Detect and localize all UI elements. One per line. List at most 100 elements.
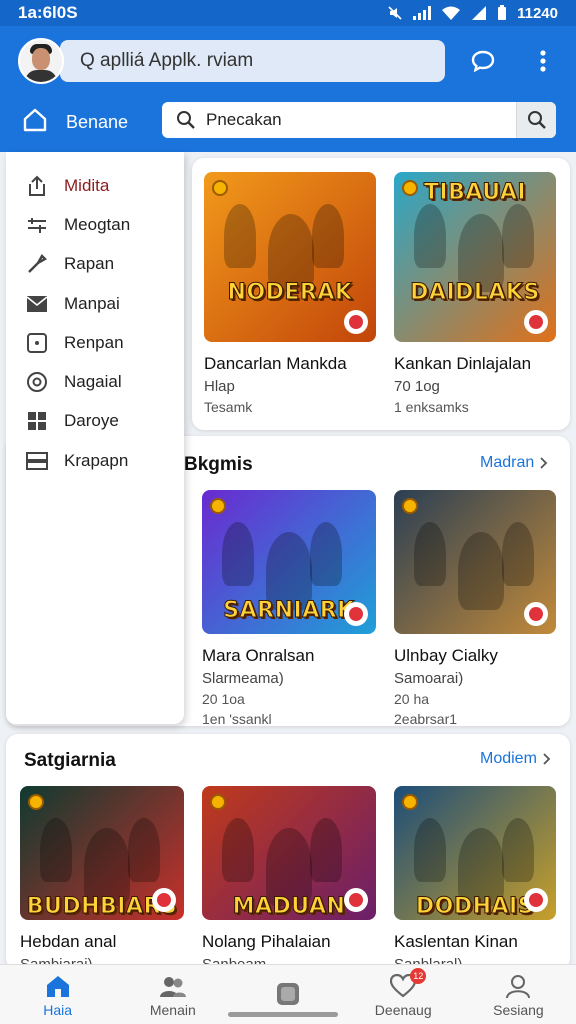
status-icons: 11240 xyxy=(387,5,558,22)
badge-icon xyxy=(524,310,548,334)
game-meta: Tesamk xyxy=(204,399,253,415)
thumb-title-text: NODERAK xyxy=(227,280,353,306)
wifi-icon xyxy=(442,6,461,20)
nav-label: Menain xyxy=(149,1001,196,1018)
drawer-item[interactable]: Midita xyxy=(6,166,184,205)
game-subtitle: 70 1og xyxy=(394,378,440,395)
users-icon xyxy=(159,972,187,1000)
section-more-2[interactable]: Modiem xyxy=(480,750,551,768)
drawer-item-label: Nagaial xyxy=(64,372,122,392)
top-search-bar[interactable]: Q aplliá Applk. rviam xyxy=(60,40,445,82)
coin-icon xyxy=(402,180,418,196)
home-label[interactable]: Benane xyxy=(66,112,128,133)
drawer-item[interactable]: Krapapn xyxy=(6,441,184,480)
notification-badge: 12 xyxy=(410,967,427,984)
drawer-item-label: Meogtan xyxy=(64,214,131,234)
coin-icon xyxy=(402,794,418,810)
game-tile[interactable]: MADUANNolang PihalaianSanbeam xyxy=(202,786,376,973)
nav-label: Sesiang xyxy=(493,1001,544,1018)
nav-item-haia[interactable]: Haia xyxy=(0,965,115,1024)
game-meta: 20 ha xyxy=(394,691,430,707)
profile-icon xyxy=(505,972,531,1000)
game-thumbnail[interactable]: SARNIARK xyxy=(202,490,376,634)
game-subtitle: Samoarai) xyxy=(394,670,464,687)
game-tile[interactable]: TIBAUAI DAIDLAKS Kankan Dinlajalan 70 1og 1 … xyxy=(394,172,556,415)
game-tile[interactable]: Ulnbay Cialky Samoarai) 20 ha 2eabrsar1 xyxy=(394,490,556,727)
status-battery-text: 11240 xyxy=(517,4,558,22)
drawer-item[interactable]: Manpai xyxy=(6,284,184,323)
square-dot-icon xyxy=(24,332,50,354)
more-vert-icon[interactable] xyxy=(526,44,560,78)
game-title: Ulnbay Cialky xyxy=(394,646,498,665)
drawer-item-label: Daroye xyxy=(64,411,119,431)
apps-square-icon xyxy=(275,980,301,1008)
thumb-title-text: DAIDLAKS xyxy=(410,280,540,306)
coin-icon xyxy=(402,498,418,514)
drawer-item-label: Rapan xyxy=(64,254,115,274)
coin-icon xyxy=(212,180,228,196)
game-meta-2: 1en 'ssankl xyxy=(202,711,272,727)
drawer-item[interactable]: Daroye xyxy=(6,402,184,441)
app-header: Q aplliá Applk. rviam Benane xyxy=(0,26,576,152)
nav-label: Deenaug xyxy=(374,1001,432,1018)
game-thumbnail[interactable]: TIBAUAI DAIDLAKS xyxy=(394,172,556,342)
section-title-2: Satgiarnia xyxy=(24,750,116,771)
section-more-1[interactable]: Madran xyxy=(480,454,548,472)
grid-icon xyxy=(24,410,50,432)
section-more-label-1: Madran xyxy=(480,454,535,471)
status-bar: 1a:6l0S 11240 xyxy=(0,0,576,26)
chat-icon[interactable] xyxy=(466,44,500,78)
game-tile[interactable]: NODERAK Dancarlan Mankda Hlap Tesamk xyxy=(204,172,376,415)
game-meta-2: 2eabrsar1 xyxy=(394,711,458,727)
search-button[interactable] xyxy=(516,102,556,138)
game-tile[interactable]: SARNIARK Mara Onralsan Slarmeama) 20 1oa 1en… xyxy=(202,490,376,727)
badge-icon xyxy=(152,888,176,912)
chevron-right-icon xyxy=(543,753,551,765)
drawer-item-label: Midita xyxy=(64,175,110,195)
badge-icon xyxy=(344,888,368,912)
coin-icon xyxy=(210,794,226,810)
game-thumbnail[interactable]: NODERAK xyxy=(204,172,376,342)
game-tile[interactable]: BUDHBIARSHebdan analSambiarai) xyxy=(20,786,184,973)
badge-icon xyxy=(344,602,368,626)
thumb-header-text: TIBAUAI xyxy=(423,180,527,206)
drawer-item[interactable]: Rapan xyxy=(6,245,184,284)
main-search-bar[interactable] xyxy=(162,102,556,138)
drawer-menu: Midita Meogtan Rapan Manpai Renpan Nagaial Dar… xyxy=(6,152,184,724)
home-icon xyxy=(45,972,71,1000)
avatar[interactable] xyxy=(18,38,64,84)
top-search-text: Q aplliá Applk. rviam xyxy=(80,50,254,71)
nav-item-sesiang[interactable]: Sesiang xyxy=(461,965,576,1024)
badge-icon xyxy=(344,310,368,334)
drawer-item[interactable]: Nagaial xyxy=(6,362,184,401)
drawer-item-label: Manpai xyxy=(64,293,120,313)
game-thumbnail[interactable] xyxy=(394,490,556,634)
drawer-item[interactable]: Renpan xyxy=(6,323,184,362)
gesture-home-bar[interactable] xyxy=(228,1012,338,1017)
battery-icon xyxy=(498,5,507,20)
game-meta: 1 enksamks xyxy=(394,399,469,415)
card-icon xyxy=(24,450,50,472)
search-input[interactable] xyxy=(206,102,516,138)
game-subtitle: Hlap xyxy=(204,378,235,395)
nav-item-menain[interactable]: Menain xyxy=(115,965,230,1024)
game-thumbnail[interactable]: BUDHBIARS xyxy=(20,786,184,920)
search-icon xyxy=(162,110,206,130)
signal-icon xyxy=(413,6,432,20)
filter-icon xyxy=(24,214,50,236)
home-outline-icon[interactable] xyxy=(22,108,48,137)
badge-icon xyxy=(524,602,548,626)
share-icon xyxy=(24,175,50,197)
drawer-item[interactable]: Meogtan xyxy=(6,205,184,244)
target-icon xyxy=(24,371,50,393)
game-title: Kankan Dinlajalan xyxy=(394,354,532,373)
game-thumbnail[interactable]: MADUAN xyxy=(202,786,376,920)
heart-icon: 12 xyxy=(390,967,427,1000)
game-title: Kaslentan Kinan xyxy=(394,932,518,951)
status-time: 1a:6l0S xyxy=(18,3,78,22)
game-tile[interactable]: DODHAISKaslentan KinanSanblaral) xyxy=(394,786,556,973)
section-title-1: Bkgmis xyxy=(184,454,253,475)
game-thumbnail[interactable]: DODHAIS xyxy=(394,786,556,920)
nav-item-deenaug[interactable]: 12 Deenaug xyxy=(346,965,461,1024)
game-title: Nolang Pihalaian xyxy=(202,932,331,951)
